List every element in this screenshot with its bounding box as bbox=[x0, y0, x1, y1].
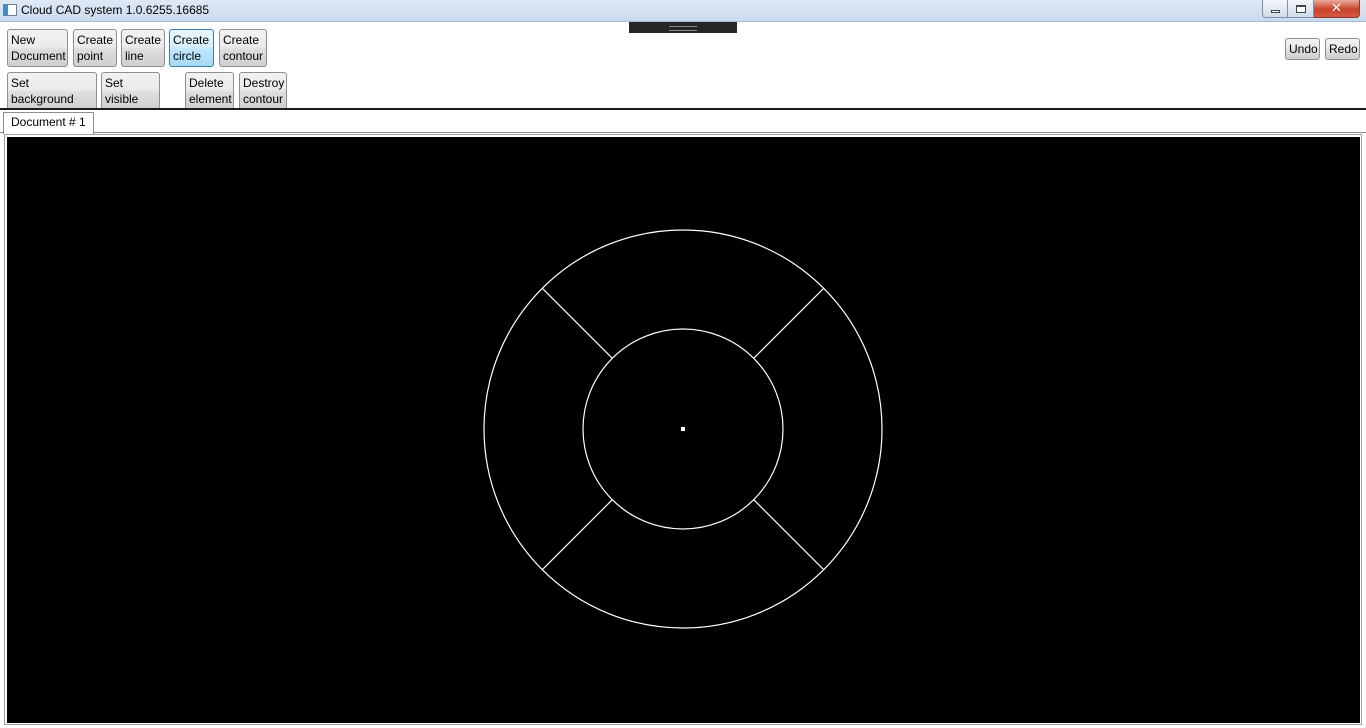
radial-line-4[interactable] bbox=[753, 499, 825, 571]
undo-button[interactable]: Undo bbox=[1285, 38, 1320, 60]
create-line-button[interactable]: Create line bbox=[121, 29, 165, 67]
create-circle-button[interactable]: Create circle bbox=[169, 29, 214, 67]
set-background-color-button[interactable]: Set background color bbox=[7, 72, 97, 122]
destroy-contour-button[interactable]: Destroy contour bbox=[239, 72, 287, 110]
center-point[interactable] bbox=[681, 427, 685, 431]
restore-icon bbox=[1295, 4, 1306, 13]
new-document-button[interactable]: New Document bbox=[7, 29, 68, 67]
window-controls: ✕ bbox=[1262, 0, 1360, 18]
window-title: Cloud CAD system 1.0.6255.16685 bbox=[21, 3, 210, 17]
delete-element-button[interactable]: Delete element bbox=[185, 72, 234, 110]
app-icon bbox=[3, 4, 17, 16]
window-titlebar[interactable]: Cloud CAD system 1.0.6255.16685 ✕ bbox=[0, 0, 1366, 22]
toolbar: New Document Create point Create line Cr… bbox=[0, 22, 1366, 122]
document-tabstrip: Document # 1 bbox=[0, 110, 1366, 134]
radial-line-1[interactable] bbox=[753, 287, 825, 359]
create-contour-button[interactable]: Create contour bbox=[219, 29, 267, 67]
create-point-button[interactable]: Create point bbox=[73, 29, 117, 67]
radial-line-3[interactable] bbox=[541, 499, 613, 571]
close-button[interactable]: ✕ bbox=[1314, 0, 1360, 18]
redo-button[interactable]: Redo bbox=[1325, 38, 1360, 60]
radial-line-2[interactable] bbox=[541, 287, 613, 359]
tab-document-1[interactable]: Document # 1 bbox=[3, 112, 94, 134]
close-icon: ✕ bbox=[1331, 1, 1342, 16]
drawing-svg bbox=[483, 229, 883, 629]
restore-button[interactable] bbox=[1288, 0, 1314, 18]
minimize-icon bbox=[1270, 10, 1280, 13]
panel-resize-grip[interactable] bbox=[629, 22, 737, 33]
drawing-canvas[interactable] bbox=[7, 137, 1360, 723]
set-visible-layer-button[interactable]: Set visible layer bbox=[101, 72, 160, 122]
minimize-button[interactable] bbox=[1262, 0, 1288, 18]
